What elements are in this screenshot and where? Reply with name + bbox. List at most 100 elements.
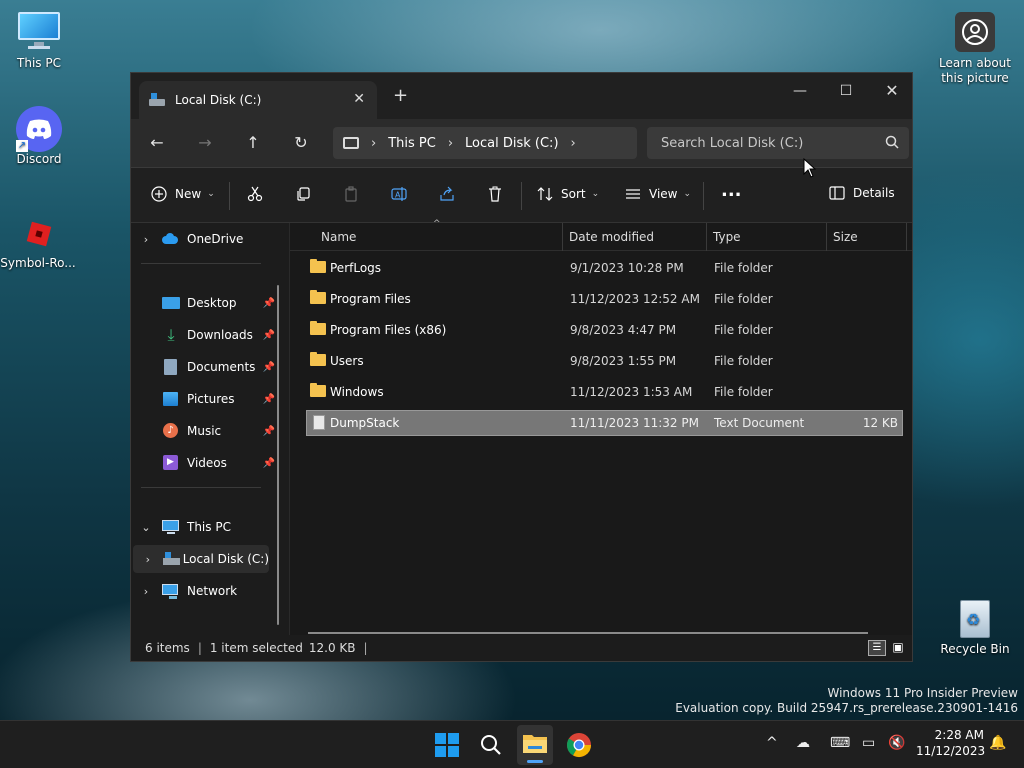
table-row[interactable]: Users 9/8/2023 1:55 PM File folder bbox=[306, 348, 903, 374]
toolbar-divider bbox=[521, 182, 522, 210]
paste-button[interactable] bbox=[343, 186, 359, 202]
column-header-date[interactable]: Date modified bbox=[569, 230, 654, 244]
desktop-icon-roblox[interactable]: Symbol-Ro... bbox=[0, 221, 76, 270]
sort-icon bbox=[537, 187, 553, 201]
new-label: New bbox=[175, 187, 202, 201]
sidebar-item-label: Videos bbox=[187, 456, 227, 470]
column-header-name[interactable]: Name bbox=[321, 230, 356, 244]
column-divider[interactable] bbox=[826, 223, 827, 251]
up-icon[interactable]: ↑ bbox=[241, 131, 265, 155]
desktop-icon-discord[interactable]: ↗ Discord bbox=[1, 106, 77, 166]
tab-local-disk[interactable]: Local Disk (C:) ✕ bbox=[139, 81, 377, 119]
start-button[interactable] bbox=[431, 729, 463, 761]
rename-button[interactable]: A bbox=[391, 186, 407, 202]
delete-button[interactable] bbox=[487, 186, 503, 202]
chevron-right-icon: › bbox=[371, 135, 377, 151]
search-input[interactable]: Search Local Disk (C:) bbox=[647, 127, 909, 159]
chevron-right-icon[interactable]: › bbox=[131, 585, 161, 598]
maximize-button[interactable]: ☐ bbox=[823, 77, 869, 105]
clock-date: 11/12/2023 bbox=[916, 744, 986, 758]
cut-button[interactable] bbox=[247, 186, 263, 202]
toolbar-divider bbox=[703, 182, 704, 210]
network-display-icon[interactable]: ▭ bbox=[862, 735, 875, 751]
sidebar-item-pictures[interactable]: Pictures 📌 bbox=[131, 385, 289, 413]
sidebar-item-label: Downloads bbox=[187, 328, 253, 342]
back-icon[interactable]: ← bbox=[145, 131, 169, 155]
table-row[interactable]: Program Files (x86) 9/8/2023 4:47 PM Fil… bbox=[306, 317, 903, 343]
desktop-icon-this-pc[interactable]: This PC bbox=[1, 10, 77, 70]
onedrive-offline-icon[interactable]: ☁ bbox=[796, 735, 810, 751]
copy-button[interactable] bbox=[295, 186, 311, 202]
nav-pane-scrollbar[interactable] bbox=[277, 285, 279, 625]
more-options-button[interactable]: ... bbox=[721, 180, 742, 201]
sidebar-item-onedrive[interactable]: › OneDrive bbox=[131, 225, 289, 253]
column-divider[interactable] bbox=[562, 223, 563, 251]
sidebar-item-music[interactable]: ♪ Music 📌 bbox=[131, 417, 289, 445]
breadcrumb-local-disk[interactable]: Local Disk (C:) bbox=[465, 136, 558, 151]
table-row[interactable]: Windows 11/12/2023 1:53 AM File folder bbox=[306, 379, 903, 405]
sidebar-item-documents[interactable]: Documents 📌 bbox=[131, 353, 289, 381]
column-divider[interactable] bbox=[706, 223, 707, 251]
table-row-selected[interactable]: DumpStack 11/11/2023 11:32 PM Text Docum… bbox=[306, 410, 903, 436]
new-tab-button[interactable]: + bbox=[393, 85, 408, 106]
chevron-down-icon[interactable]: ⌄ bbox=[131, 521, 161, 534]
new-button[interactable]: New ⌄ bbox=[151, 186, 215, 202]
chevron-right-icon[interactable]: › bbox=[571, 136, 576, 151]
close-window-button[interactable]: ✕ bbox=[869, 77, 915, 105]
pin-icon: 📌 bbox=[262, 393, 275, 405]
notification-bell-icon[interactable]: 🔔 bbox=[989, 735, 1006, 751]
copy-icon bbox=[297, 187, 310, 201]
chrome-taskbar-button[interactable] bbox=[563, 729, 595, 761]
file-date: 9/8/2023 4:47 PM bbox=[570, 323, 677, 337]
nav-divider bbox=[141, 487, 261, 488]
file-explorer-taskbar-button[interactable] bbox=[517, 725, 553, 765]
roblox-icon bbox=[17, 221, 59, 252]
column-header-size[interactable]: Size bbox=[833, 230, 858, 244]
column-header-type[interactable]: Type bbox=[713, 230, 741, 244]
sidebar-item-label: Documents bbox=[187, 360, 256, 374]
column-divider[interactable] bbox=[906, 223, 907, 251]
close-tab-icon[interactable]: ✕ bbox=[353, 91, 365, 107]
folder-icon bbox=[310, 290, 326, 304]
file-type: File folder bbox=[714, 385, 773, 399]
sidebar-item-local-disk[interactable]: › Local Disk (C:) bbox=[133, 545, 269, 573]
chevron-right-icon[interactable]: › bbox=[133, 553, 163, 566]
show-hidden-icons-chevron-up-icon[interactable]: ^ bbox=[766, 735, 778, 751]
sidebar-item-downloads[interactable]: ⤓ Downloads 📌 bbox=[131, 321, 289, 349]
details-view-toggle[interactable]: ☰ bbox=[868, 640, 886, 656]
forward-icon[interactable]: → bbox=[193, 131, 217, 155]
sort-button[interactable]: Sort ⌄ bbox=[537, 186, 599, 202]
keyboard-icon[interactable]: ⌨ bbox=[830, 735, 850, 751]
view-button[interactable]: View ⌄ bbox=[625, 186, 691, 202]
plus-circle-icon bbox=[151, 186, 167, 202]
pin-icon: 📌 bbox=[262, 457, 275, 469]
details-pane-icon bbox=[829, 186, 845, 200]
desktop-icon-label: This PC bbox=[17, 56, 61, 70]
file-date: 11/12/2023 12:52 AM bbox=[570, 292, 700, 306]
search-taskbar-button[interactable] bbox=[475, 729, 507, 761]
sidebar-item-desktop[interactable]: Desktop 📌 bbox=[131, 289, 289, 317]
windows-logo-icon bbox=[435, 733, 459, 757]
table-row[interactable]: PerfLogs 9/1/2023 10:28 PM File folder bbox=[306, 255, 903, 281]
refresh-icon[interactable]: ↻ bbox=[289, 131, 313, 155]
details-pane-button[interactable]: Details bbox=[829, 186, 895, 200]
share-button[interactable] bbox=[439, 186, 455, 202]
sidebar-item-network[interactable]: › Network bbox=[131, 577, 289, 605]
volume-muted-icon[interactable]: 🔇 bbox=[888, 735, 905, 751]
sidebar-item-videos[interactable]: ▶ Videos 📌 bbox=[131, 449, 289, 477]
drive-icon bbox=[162, 551, 180, 567]
minimize-button[interactable]: — bbox=[777, 77, 823, 105]
table-row[interactable]: Program Files 11/12/2023 12:52 AM File f… bbox=[306, 286, 903, 312]
clock[interactable]: 2:28 AM 11/12/2023 bbox=[916, 727, 986, 759]
tiles-view-toggle[interactable]: ▣ bbox=[890, 640, 906, 656]
desktop-icon-learn-about-picture[interactable]: Learn about this picture bbox=[937, 12, 1013, 86]
content-horizontal-scrollbar[interactable] bbox=[308, 632, 868, 634]
breadcrumb-this-pc[interactable]: This PC bbox=[388, 136, 436, 151]
desktop-icon-recycle-bin[interactable]: ♻ Recycle Bin bbox=[937, 596, 1013, 656]
sidebar-item-label: Music bbox=[187, 424, 222, 438]
status-bar: 6 items | 1 item selected 12.0 KB | ☰ ▣ bbox=[131, 635, 912, 661]
sidebar-item-this-pc[interactable]: ⌄ This PC bbox=[131, 513, 289, 541]
chevron-right-icon[interactable]: › bbox=[131, 233, 161, 246]
discord-icon: ↗ bbox=[16, 106, 62, 152]
address-bar[interactable]: › This PC › Local Disk (C:) › bbox=[333, 127, 637, 159]
